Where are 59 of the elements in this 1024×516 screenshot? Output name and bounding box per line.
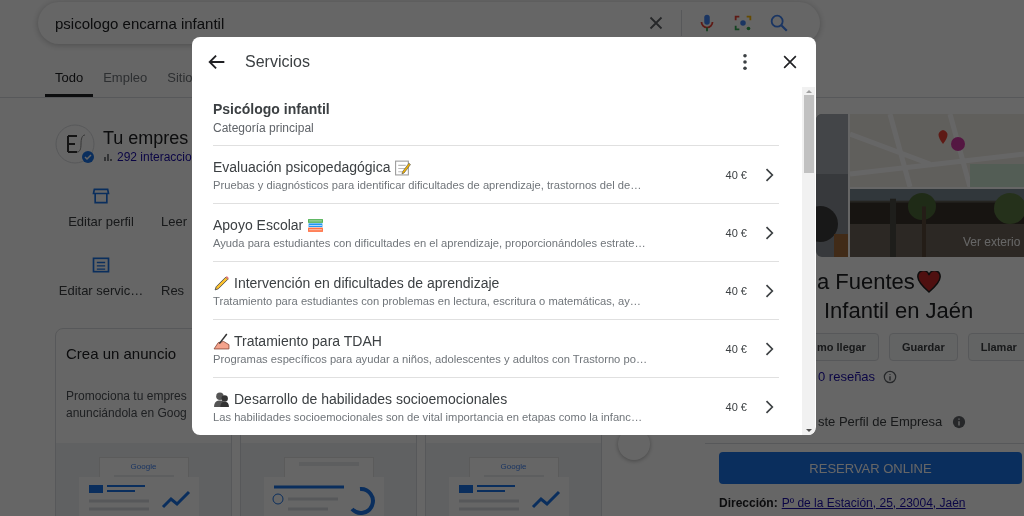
pencil-icon <box>213 274 230 292</box>
service-description: Las habilidades socioemocionales son de vital importancia en etapas como la infanc… <box>213 410 644 423</box>
service-description: Programas específicos para ayudar a niños, adolescentes y adultos con Trastorno po… <box>213 352 649 365</box>
service-description: Ayuda para estudiantes con dificultades en el aprendizaje, proporcionándoles estrate… <box>213 236 647 249</box>
place-name: a Fuentes <box>817 269 915 295</box>
scrollbar[interactable] <box>802 87 815 435</box>
service-description: Tratamiento para estudiantes con problemas en lectura, escritura o matemáticas, ay… <box>213 294 643 307</box>
service-name: Apoyo Escolar <box>213 217 304 233</box>
store-icon[interactable] <box>91 186 111 206</box>
service-item[interactable]: Tratamiento para TDAH Programas específicos para ayudar a niños, adolescentes y adultos con Trastorno po… 40 € <box>213 320 779 378</box>
scroll-thumb[interactable] <box>803 95 814 173</box>
books-icon <box>307 216 325 234</box>
service-item[interactable]: Apoyo Escolar Ayuda para estudiantes con dificultades en el aprendizaje, proporcionándoles estrate… 40 € <box>213 204 779 262</box>
heart-icon <box>916 271 941 293</box>
business-title: Tu empres <box>103 128 190 149</box>
action-label[interactable]: Res <box>161 283 185 298</box>
action-label[interactable]: Editar perfil <box>68 214 134 229</box>
bar-chart-icon <box>103 152 113 162</box>
place-category: Infantil en Jaén <box>824 298 975 324</box>
list-icon[interactable] <box>91 255 111 275</box>
service-price: 40 € <box>725 342 747 355</box>
more-icon[interactable] <box>742 53 748 71</box>
photo-label[interactable]: Ver exterio <box>963 235 1021 249</box>
service-name: Intervención en dificultades de aprendizaje <box>234 275 500 291</box>
service-name: Tratamiento para TDAH <box>234 333 382 349</box>
service-price: 40 € <box>725 168 747 181</box>
service-name: Desarrollo de habilidades socioemocionales <box>234 391 508 407</box>
reviews-link[interactable]: 0 reseñas <box>818 369 876 384</box>
notepad-icon <box>394 158 412 176</box>
service-item[interactable]: Evaluación psicopedagógica Pruebas y diagnósticos para identificar dificultades de aprendizaje, trastornos del de… 40 € <box>213 146 779 204</box>
place-button[interactable]: Llamar <box>967 333 1024 361</box>
category-name: Psicólogo infantil <box>213 101 331 117</box>
action-label[interactable]: Leer <box>161 214 188 229</box>
search-icon[interactable] <box>768 12 790 34</box>
tab[interactable]: Todo <box>45 70 94 97</box>
interactions-link[interactable]: 292 interaccio <box>117 150 192 164</box>
place-button[interactable]: Guardar <box>888 333 958 361</box>
card-text: Promociona tu empres <box>66 388 188 405</box>
service-item[interactable]: Intervención en dificultades de aprendizaje Tratamiento para estudiantes con problemas en lectura, escritura o matemáticas, ay… 40 € <box>213 262 779 320</box>
profile-note: ste Perfil de Empresa <box>818 414 943 429</box>
tab[interactable]: Empleo <box>93 70 158 97</box>
action-label[interactable]: Editar servic… <box>58 283 144 298</box>
silhouettes-icon <box>213 390 230 408</box>
search-query: psicologo encarna infantil <box>55 14 226 32</box>
service-price: 40 € <box>725 400 747 413</box>
service-name: Evaluación psicopedagógica <box>213 159 391 175</box>
writing-hand-icon <box>213 332 230 350</box>
dialog-title: Servicios <box>245 53 311 71</box>
service-item[interactable]: Desarrollo de habilidades socioemocionales Las habilidades socioemocionales son de vital importancia en etapas como la infanc… 40 € <box>213 378 779 435</box>
book-button[interactable]: RESERVAR ONLINE <box>719 452 1022 484</box>
service-price: 40 € <box>725 284 747 297</box>
service-description: Pruebas y diagnósticos para identificar dificultades de aprendizaje, trastornos del de… <box>213 178 643 191</box>
category-label: Categoría principal <box>213 121 315 135</box>
search-field[interactable]: psicologo encarna infantil <box>38 2 820 44</box>
info-icon[interactable] <box>952 414 967 429</box>
info-icon[interactable] <box>883 369 898 384</box>
service-price: 40 € <box>725 226 747 239</box>
address-link[interactable]: Pº de la Estación, 25, 23004, Jaén <box>781 496 966 510</box>
address-label: Dirección: <box>719 496 778 510</box>
